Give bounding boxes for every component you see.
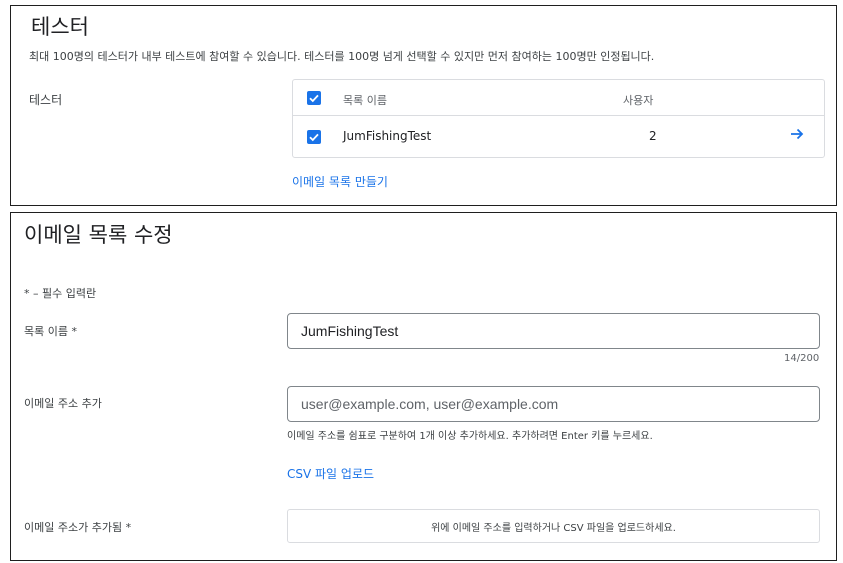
row-user-count: 2 [649, 129, 657, 143]
testers-description: 최대 100명의 테스터가 내부 테스트에 참여할 수 있습니다. 테스터를 1… [29, 50, 655, 63]
list-name-counter: 14/200 [784, 353, 820, 364]
checkbox-checked-icon [309, 94, 319, 103]
create-email-list-link[interactable]: 이메일 목록 만들기 [292, 173, 388, 190]
list-name-label: 목록 이름 * [24, 325, 77, 338]
arrow-right-icon[interactable] [789, 126, 805, 146]
edit-list-title: 이메일 목록 수정 [24, 223, 173, 247]
testers-title: 테스터 [31, 15, 89, 39]
add-email-helper-text: 이메일 주소를 쉼표로 구분하여 1개 이상 추가하세요. 추가하려면 Ente… [287, 431, 653, 442]
table-divider [293, 115, 824, 116]
add-email-input[interactable] [288, 387, 819, 421]
add-email-field-container [287, 386, 820, 422]
checkbox-checked-icon [309, 133, 319, 142]
select-all-checkbox[interactable] [307, 91, 321, 105]
testers-panel: 테스터 최대 100명의 테스터가 내부 테스트에 참여할 수 있습니다. 테스… [10, 5, 837, 206]
add-email-label: 이메일 주소 추가 [24, 397, 102, 410]
added-emails-label: 이메일 주소가 추가됨 * [24, 521, 132, 534]
column-header-users: 사용자 [623, 94, 654, 107]
added-emails-empty-text: 위에 이메일 주소를 입력하거나 CSV 파일을 업로드하세요. [431, 522, 676, 534]
list-name-input[interactable] [288, 314, 819, 348]
required-fields-note: * – 필수 입력란 [24, 287, 97, 300]
csv-upload-link[interactable]: CSV 파일 업로드 [287, 465, 374, 482]
tester-lists-table: 목록 이름 사용자 JumFishingTest 2 [292, 79, 825, 158]
added-emails-box: 위에 이메일 주소를 입력하거나 CSV 파일을 업로드하세요. [287, 509, 820, 543]
edit-email-list-panel: 이메일 목록 수정 * – 필수 입력란 목록 이름 * 14/200 이메일 … [10, 212, 837, 561]
testers-label: 테스터 [29, 93, 63, 107]
row-list-name: JumFishingTest [343, 129, 432, 143]
row-checkbox[interactable] [307, 130, 321, 144]
list-name-field-container [287, 313, 820, 349]
column-header-list-name: 목록 이름 [343, 94, 387, 107]
